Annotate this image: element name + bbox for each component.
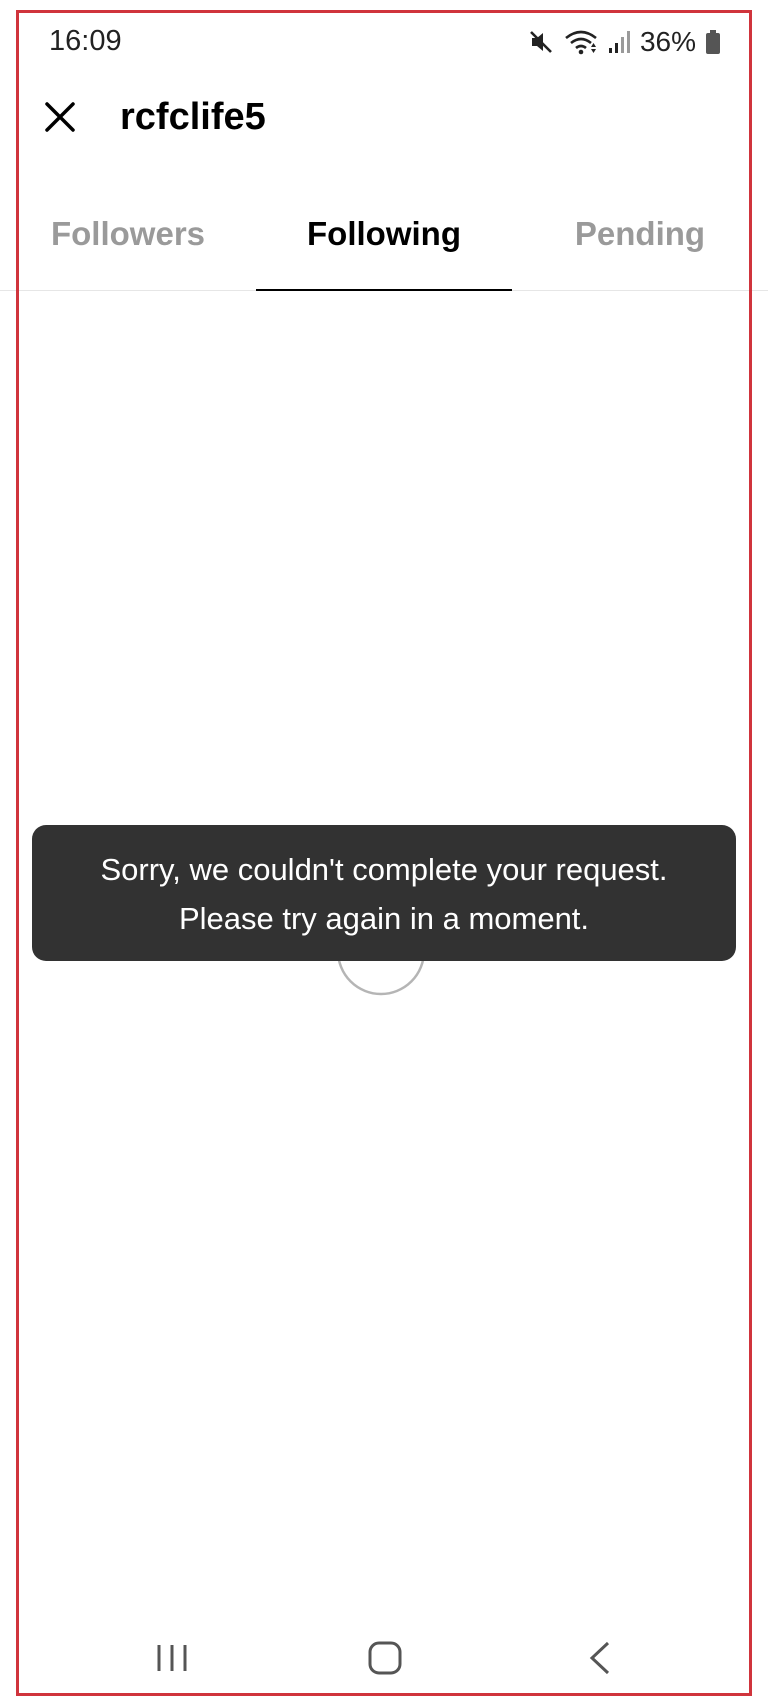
status-bar: 16:09 36%: [0, 0, 768, 80]
close-button[interactable]: [38, 97, 82, 141]
back-icon: [588, 1641, 612, 1680]
back-button[interactable]: [570, 1638, 630, 1682]
toast-message-line2: Please try again in a moment.: [178, 901, 590, 936]
close-icon: [44, 101, 76, 138]
wifi-icon: [564, 29, 598, 55]
home-button[interactable]: [355, 1638, 415, 1682]
error-toast: Sorry, we couldn't complete your request…: [32, 825, 736, 961]
signal-icon: [608, 30, 630, 54]
status-icons: 36%: [528, 26, 720, 58]
battery-percent: 36%: [639, 26, 696, 57]
tab-bar: Followers Following Pending: [0, 200, 768, 291]
active-tab-indicator: [256, 289, 512, 291]
status-time: 16:09: [49, 25, 122, 57]
toast-message-line1: Sorry, we couldn't complete your request…: [100, 852, 668, 887]
tab-pending[interactable]: Pending: [512, 200, 768, 290]
recents-button[interactable]: [142, 1638, 202, 1682]
battery-icon: [706, 30, 720, 54]
page-title: rcfclife5: [120, 96, 266, 138]
tab-following[interactable]: Following: [256, 200, 512, 290]
header: rcfclife5: [0, 80, 768, 200]
system-nav-bar: [0, 1630, 768, 1690]
mute-icon: [528, 29, 554, 55]
home-icon: [368, 1641, 402, 1680]
recents-icon: [156, 1643, 188, 1678]
tab-followers[interactable]: Followers: [0, 200, 256, 290]
